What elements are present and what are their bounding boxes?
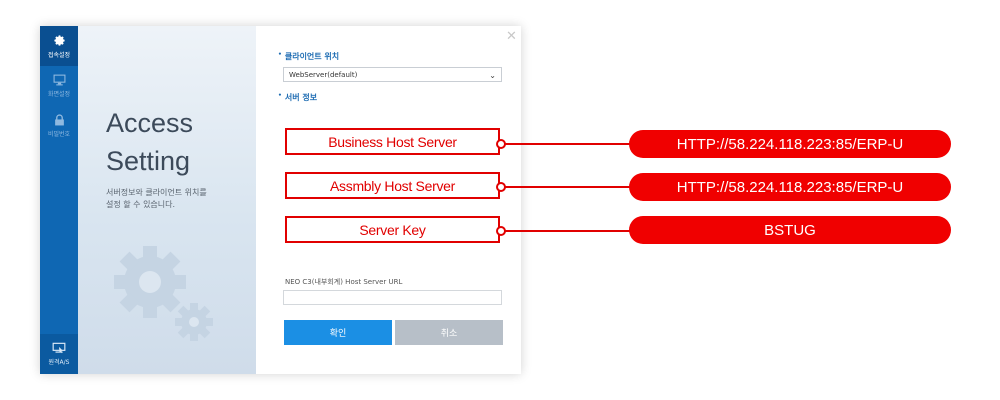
selected-value: WebServer(default) [289, 71, 358, 79]
gears-illustration-icon [114, 246, 213, 341]
label-text: 클라이언트 위치 [284, 52, 340, 61]
confirm-button[interactable]: 확인 [284, 320, 392, 345]
page-title: Access Setting [106, 104, 193, 180]
title-line: Access [106, 108, 194, 138]
value-text: HTTP://58.224.118.223:85/ERP-U [676, 135, 904, 153]
side-nav: 접속설정 화면설정 비밀번호 원격A/S [40, 26, 78, 374]
host-server-url-label: NEO C3(내부회계) Host Server URL [285, 278, 403, 286]
field-label: Business Host Server [328, 133, 457, 150]
value-text: BSTUG [764, 221, 816, 239]
title-line: Setting [106, 146, 191, 176]
close-icon[interactable]: ✕ [506, 30, 517, 43]
nav-item-remote-support[interactable]: 원격A/S [40, 334, 78, 374]
description-line: 서버정보와 클라이언트 위치를 [106, 188, 207, 197]
nav-item-label: 비밀번호 [47, 131, 71, 138]
remote-support-icon [52, 342, 66, 354]
nav-item-screen-settings[interactable]: 화면설정 [40, 66, 78, 106]
intro-panel: Access Setting 서버정보와 클라이언트 위치를 설정 할 수 있습… [78, 26, 256, 374]
connector-line [500, 186, 630, 188]
field-label: Server Key [359, 221, 426, 238]
nav-item-label: 화면설정 [47, 91, 71, 98]
connector-node [496, 226, 506, 236]
button-label: 확인 [329, 329, 347, 339]
connector-line [500, 230, 630, 232]
server-key-value: BSTUG [629, 216, 951, 244]
connector-node [496, 182, 506, 192]
nav-item-password[interactable]: 비밀번호 [40, 106, 78, 146]
nav-item-label: 원격A/S [48, 359, 70, 366]
server-key-field[interactable]: Server Key [285, 216, 500, 243]
monitor-icon [53, 74, 65, 86]
business-host-server-field[interactable]: Business Host Server [285, 128, 500, 155]
field-label: Assmbly Host Server [330, 177, 455, 194]
connector-node [496, 139, 506, 149]
page-description: 서버정보와 클라이언트 위치를 설정 할 수 있습니다. [106, 187, 246, 211]
gear-icon [53, 34, 65, 46]
server-info-label: • 서버 정보 [278, 92, 318, 102]
client-location-select[interactable]: WebServer(default) ⌄ [283, 67, 502, 82]
assembly-host-server-field[interactable]: Assmbly Host Server [285, 172, 500, 199]
host-server-url-input[interactable] [283, 290, 502, 305]
nav-item-connection-settings[interactable]: 접속설정 [40, 26, 78, 66]
assembly-host-server-value: HTTP://58.224.118.223:85/ERP-U [629, 173, 951, 201]
cancel-button[interactable]: 취소 [395, 320, 503, 345]
lock-icon [54, 114, 64, 126]
button-label: 취소 [440, 329, 458, 339]
nav-item-label: 접속설정 [47, 51, 71, 59]
connector-line [500, 143, 630, 145]
business-host-server-value: HTTP://58.224.118.223:85/ERP-U [629, 130, 951, 158]
description-line: 설정 할 수 있습니다. [106, 200, 176, 209]
value-text: HTTP://58.224.118.223:85/ERP-U [676, 178, 904, 196]
chevron-down-icon: ⌄ [489, 71, 496, 80]
label-text: 서버 정보 [284, 93, 318, 102]
client-location-label: • 클라이언트 위치 [278, 51, 340, 61]
